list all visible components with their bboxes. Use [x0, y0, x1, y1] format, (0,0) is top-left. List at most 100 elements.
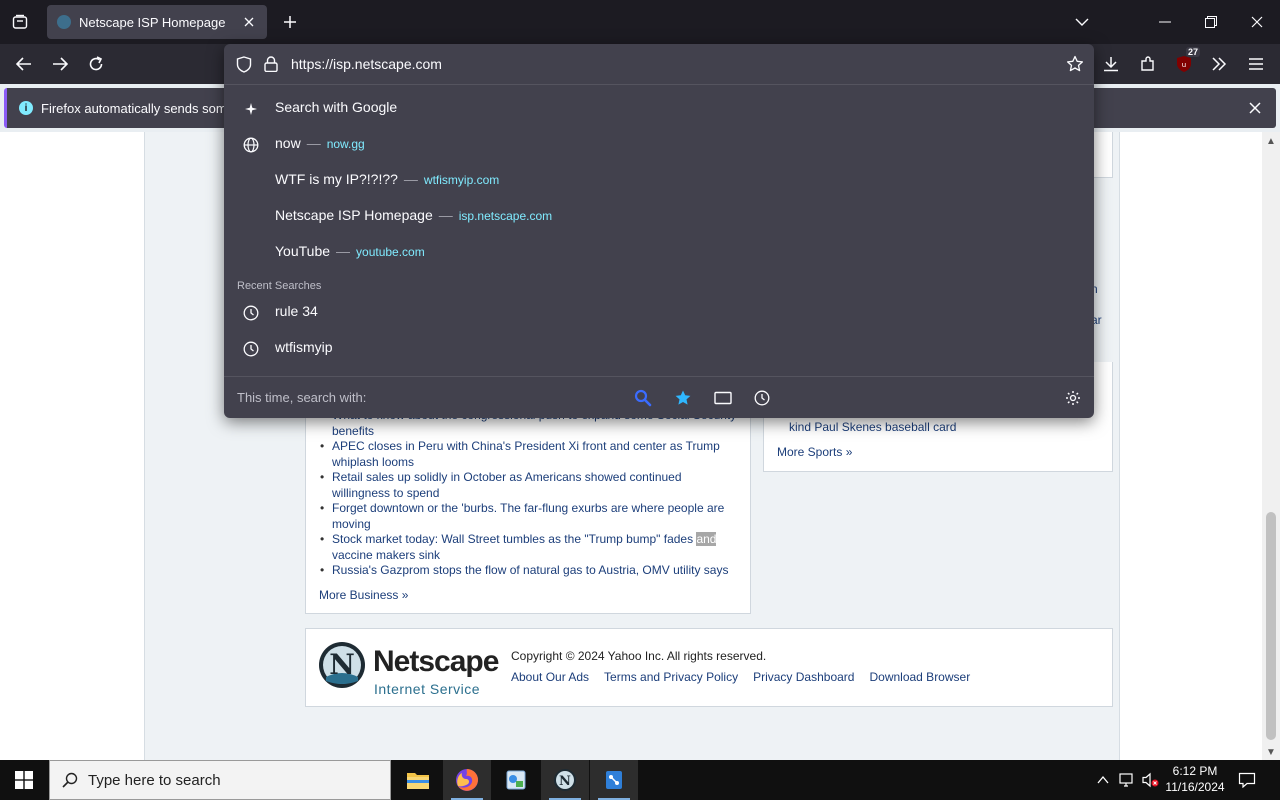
taskbar-clock[interactable]: 6:12 PM 11/16/2024: [1162, 763, 1228, 795]
more-sports-link[interactable]: More Sports »: [777, 445, 852, 459]
extensions-icon[interactable]: [1134, 50, 1162, 78]
clock-icon: [242, 304, 260, 322]
suggestion-label: Search with Google: [275, 99, 398, 115]
lock-icon[interactable]: [264, 56, 278, 77]
search-icon: [62, 772, 78, 788]
suggestion-now[interactable]: now — now.gg: [224, 126, 1094, 162]
overflow-chevrons-icon[interactable]: [1205, 50, 1233, 78]
tab-bar: Netscape ISP Homepage: [0, 0, 1280, 44]
google-search-engine-icon[interactable]: [632, 387, 654, 409]
recent-search-item[interactable]: rule 34: [224, 294, 1094, 330]
scroll-down-icon[interactable]: ▼: [1266, 747, 1276, 758]
sports-news-item[interactable]: kind Paul Skenes baseball card: [789, 420, 956, 434]
scrollbar-thumb[interactable]: [1266, 512, 1276, 740]
address-bar-dropdown: https://isp.netscape.com Search with Goo…: [224, 44, 1094, 418]
file-explorer-icon[interactable]: [394, 760, 442, 800]
footer-link-privacy-dashboard[interactable]: Privacy Dashboard: [753, 670, 854, 684]
globe-icon: [242, 136, 260, 154]
suggestion-label: now — now.gg: [275, 135, 365, 151]
reload-icon[interactable]: [82, 50, 110, 78]
recent-searches-heading: Recent Searches: [237, 280, 322, 292]
restore-icon[interactable]: [1196, 8, 1226, 36]
footer-link-about-ads[interactable]: About Our Ads: [511, 670, 589, 684]
svg-text:u: u: [1182, 61, 1186, 69]
recent-search-label: rule 34: [275, 303, 318, 319]
windows-taskbar: Type here to search N 6:12 PM 11/16/2024: [0, 760, 1280, 800]
network-icon[interactable]: [1117, 770, 1137, 790]
info-icon: i: [19, 101, 33, 115]
address-bar[interactable]: https://isp.netscape.com: [224, 44, 1094, 85]
volume-muted-icon[interactable]: [1141, 770, 1161, 790]
history-search-clock-icon[interactable]: [751, 387, 773, 409]
news-item[interactable]: Forget downtown or the 'burbs. The far-f…: [320, 501, 740, 532]
extension-badge: 27: [1185, 47, 1200, 57]
notification-text: Firefox automatically sends some d: [41, 100, 245, 116]
suggestion-netscape[interactable]: Netscape ISP Homepage — isp.netscape.com: [224, 198, 1094, 234]
netscape-taskbar-icon[interactable]: N: [541, 760, 589, 800]
back-arrow-icon[interactable]: [10, 50, 38, 78]
tab-netscape[interactable]: Netscape ISP Homepage: [47, 5, 267, 39]
clock-date: 11/16/2024: [1165, 780, 1225, 794]
app-network-icon[interactable]: [590, 760, 638, 800]
tabs-search-icon[interactable]: [712, 387, 734, 409]
hamburger-menu-icon[interactable]: [1242, 50, 1270, 78]
windows-start-icon[interactable]: [0, 760, 48, 800]
netscape-favicon-icon: [57, 15, 71, 29]
bookmarks-search-star-icon[interactable]: [672, 387, 694, 409]
recent-search-label: wtfismyip: [275, 339, 333, 355]
search-with-label: This time, search with:: [237, 390, 367, 405]
logo-subtitle: Internet Service: [374, 681, 481, 697]
suggestion-wtfismyip[interactable]: WTF is my IP?!?!?? — wtfismyip.com: [224, 162, 1094, 198]
notifications-icon[interactable]: [1237, 770, 1257, 790]
footer-box: N Netscape Internet Service Copyright © …: [305, 628, 1113, 707]
suggestion-label: Netscape ISP Homepage — isp.netscape.com: [275, 207, 553, 223]
svg-text:N: N: [559, 774, 571, 789]
tracking-protection-shield-icon[interactable]: [236, 56, 252, 78]
suggestion-youtube[interactable]: YouTube — youtube.com: [224, 234, 1094, 270]
svg-text:N: N: [329, 648, 355, 681]
tab-title: Netscape ISP Homepage: [79, 14, 226, 30]
more-business-link[interactable]: More Business »: [319, 588, 408, 602]
business-news-list: What to know about the congressional pus…: [320, 408, 740, 579]
footer-link-download-browser[interactable]: Download Browser: [869, 670, 970, 684]
recent-search-item[interactable]: wtfismyip: [224, 330, 1094, 366]
copyright-text: Copyright © 2024 Yahoo Inc. All rights r…: [511, 649, 767, 663]
close-notification-icon[interactable]: [1246, 99, 1264, 117]
news-item[interactable]: APEC closes in Peru with China's Preside…: [320, 439, 740, 470]
new-tab-icon[interactable]: [278, 8, 302, 36]
downloads-icon[interactable]: [1097, 50, 1125, 78]
firefox-view-icon[interactable]: [6, 8, 34, 36]
suggestion-label: YouTube — youtube.com: [275, 243, 425, 259]
tray-chevron-up-icon[interactable]: [1093, 770, 1113, 790]
ublock-origin-icon[interactable]: u 27: [1170, 47, 1200, 78]
news-item[interactable]: Stock market today: Wall Street tumbles …: [320, 532, 740, 563]
url-input[interactable]: https://isp.netscape.com: [291, 56, 442, 72]
news-item[interactable]: Retail sales up solidly in October as Am…: [320, 470, 740, 501]
highlighted-word: and: [696, 532, 717, 546]
suggestion-label: WTF is my IP?!?!?? — wtfismyip.com: [275, 171, 500, 187]
tab-list-chevron-icon[interactable]: [1067, 8, 1097, 36]
netscape-logo[interactable]: N Netscape Internet Service: [318, 641, 499, 699]
footer-link-terms[interactable]: Terms and Privacy Policy: [604, 670, 738, 684]
control-panel-icon[interactable]: [492, 760, 540, 800]
taskbar-search-placeholder: Type here to search: [88, 772, 221, 789]
suggestion-search-google[interactable]: Search with Google: [224, 90, 1094, 126]
page-scrollbar[interactable]: ▲ ▼: [1262, 132, 1280, 760]
bookmark-star-icon[interactable]: [1066, 55, 1084, 78]
netscape-n-logo-icon: N: [319, 642, 365, 688]
logo-wordmark: Netscape: [373, 645, 499, 678]
taskbar-search-box[interactable]: Type here to search: [49, 760, 391, 800]
close-tab-icon[interactable]: [241, 14, 257, 30]
sparkle-search-icon: [242, 100, 260, 118]
footer-links: About Our Ads Terms and Privacy Policy P…: [511, 670, 970, 684]
search-settings-gear-icon[interactable]: [1062, 387, 1084, 409]
clock-time: 6:12 PM: [1172, 764, 1218, 778]
news-item[interactable]: Russia's Gazprom stops the flow of natur…: [320, 563, 740, 579]
firefox-taskbar-icon[interactable]: [443, 760, 491, 800]
minimize-icon[interactable]: [1150, 8, 1180, 36]
forward-arrow-icon[interactable]: [46, 50, 74, 78]
clock-icon: [242, 340, 260, 358]
scroll-up-icon[interactable]: ▲: [1266, 136, 1276, 147]
search-with-bar: This time, search with:: [224, 376, 1094, 418]
close-window-icon[interactable]: [1242, 8, 1272, 36]
